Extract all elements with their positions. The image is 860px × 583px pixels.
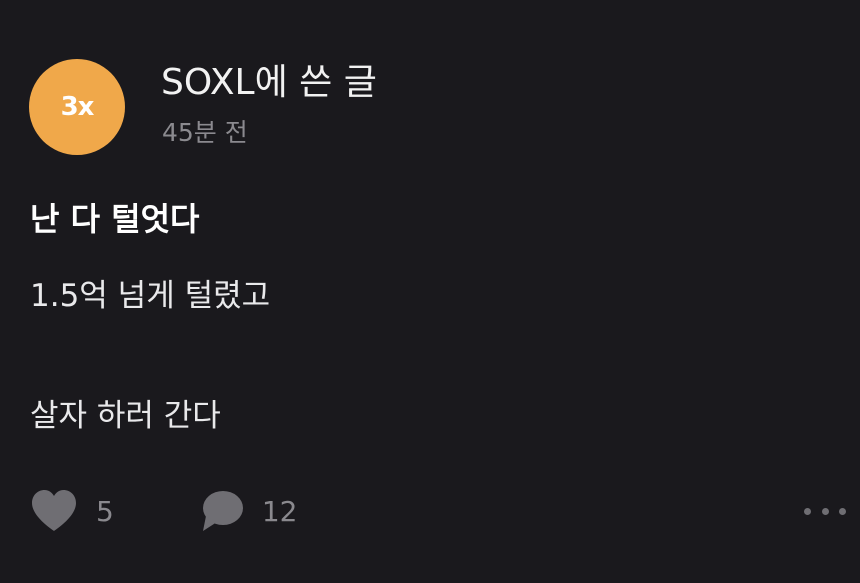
- more-dots-icon: [839, 507, 846, 515]
- post-card: 3x SOXL에 쓴 글 45분 전 난 다 털엇다 1.5억 넘게 털렸고 살…: [0, 0, 860, 583]
- board-name[interactable]: SOXL에 쓴 글: [161, 61, 377, 105]
- action-bar: 5 12: [30, 487, 297, 535]
- more-options-button[interactable]: [804, 500, 846, 522]
- like-button[interactable]: 5: [30, 489, 114, 533]
- post-timestamp: 45분 전: [162, 118, 248, 147]
- like-count: 5: [96, 494, 114, 528]
- comment-button[interactable]: 12: [200, 489, 298, 533]
- post-body: 1.5억 넘게 털렸고 살자 하러 간다: [30, 275, 270, 437]
- avatar[interactable]: 3x: [29, 59, 125, 155]
- speech-bubble-icon: [202, 491, 243, 531]
- post-body-line: 1.5억 넘게 털렸고: [30, 278, 271, 314]
- avatar-label: 3x: [60, 92, 95, 122]
- comment-count: 12: [261, 494, 298, 528]
- more-dots-icon: [804, 507, 811, 515]
- post-title: 난 다 털엇다: [30, 200, 200, 238]
- post-body-line: [30, 335, 270, 377]
- more-dots-icon: [821, 507, 829, 515]
- heart-icon: [32, 490, 76, 531]
- post-body-line: 살자 하러 간다: [30, 398, 221, 434]
